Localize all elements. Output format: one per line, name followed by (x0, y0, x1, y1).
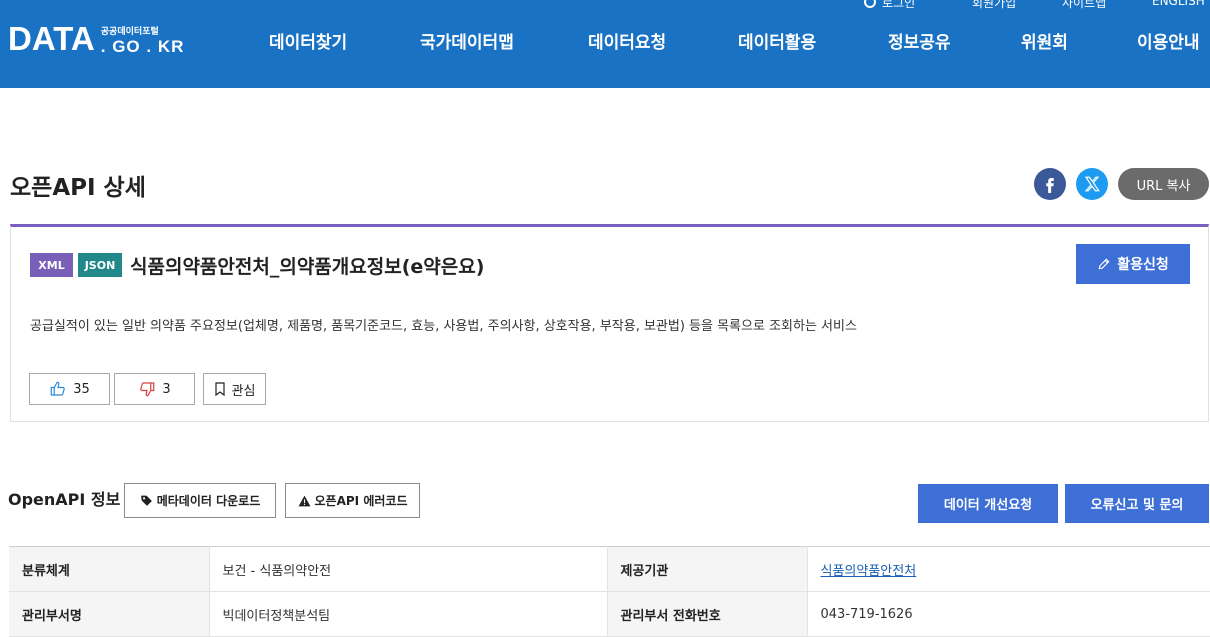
apply-label: 활용신청 (1117, 257, 1169, 273)
dislike-button[interactable]: 3 (114, 373, 195, 405)
table-cell: 빅데이터정책분석팀 (209, 591, 608, 637)
x-share-button[interactable] (1076, 168, 1108, 200)
metadata-download-button[interactable]: 메타데이터 다운로드 (124, 483, 276, 518)
error-report-button[interactable]: 오류신고 및 문의 (1065, 484, 1209, 523)
bookmark-icon (214, 382, 225, 396)
tag-icon (140, 495, 152, 506)
provider-link[interactable]: 식품의약품안전처 (821, 564, 917, 579)
error-code-button[interactable]: 오픈API 에러코드 (285, 483, 420, 518)
facebook-icon (1046, 178, 1054, 193)
bookmark-label: 관심 (231, 383, 256, 399)
nav-committee[interactable]: 위원회 (1021, 28, 1068, 53)
apply-button[interactable]: 활용신청 (1076, 244, 1190, 284)
signup-link[interactable]: 회원가입 (972, 0, 1016, 11)
thumbs-up-icon (50, 381, 66, 396)
x-icon (1084, 176, 1100, 192)
sitemap-link[interactable]: 사이트맵 (1062, 0, 1106, 11)
table-header-cell: 관리부서명 (9, 591, 210, 637)
table-header-cell: 분류체계 (9, 546, 210, 592)
api-title: 식품의약품안전처_의약품개요정보(e약은요) (130, 256, 485, 278)
data-improve-request-button[interactable]: 데이터 개선요청 (918, 484, 1058, 523)
nav-national-data-map[interactable]: 국가데이터맵 (420, 28, 514, 53)
login-icon (864, 0, 876, 8)
like-button[interactable]: 35 (29, 373, 110, 405)
table-header-cell: 관리부서 전화번호 (607, 591, 808, 637)
table-row: 분류체계 보건 - 식품의약안전 제공기관 식품의약품안전처 (9, 546, 1210, 592)
like-count: 35 (73, 381, 90, 397)
table-row: 관리부서명 빅데이터정책분석팀 관리부서 전화번호 043-719-1626 (9, 591, 1210, 637)
page-title: 오픈API 상세 (10, 175, 146, 201)
table-header-cell: 제공기관 (607, 546, 808, 592)
login-link[interactable]: 로그인 (882, 0, 915, 11)
site-header: DATA 공공데이터포털 . GO . KR 로그인 회원가입 사이트맵 ENG… (0, 0, 1210, 88)
bookmark-button[interactable]: 관심 (203, 373, 266, 405)
api-detail-box: XML JSON 식품의약품안전처_의약품개요정보(e약은요) 활용신청 공급실… (10, 224, 1209, 422)
nav-info-share[interactable]: 정보공유 (888, 28, 951, 53)
nav-data-request[interactable]: 데이터요청 (588, 28, 666, 53)
api-info-table: 분류체계 보건 - 식품의약안전 제공기관 식품의약품안전처 관리부서명 빅데이… (9, 546, 1210, 637)
api-description: 공급실적이 있는 일반 의약품 주요정보(업체명, 제품명, 품목기준코드, 효… (30, 319, 857, 334)
openapi-section-title: OpenAPI 정보 (8, 490, 121, 509)
pencil-icon (1098, 258, 1110, 270)
nav-find-data[interactable]: 데이터찾기 (269, 28, 347, 53)
json-tag: JSON (78, 253, 122, 277)
metadata-download-label: 메타데이터 다운로드 (156, 494, 261, 508)
table-cell: 보건 - 식품의약안전 (209, 546, 608, 592)
table-cell: 043-719-1626 (807, 591, 1210, 637)
nav-guide[interactable]: 이용안내 (1137, 28, 1200, 53)
english-link[interactable]: ENGLISH (1152, 0, 1205, 8)
xml-tag: XML (30, 253, 73, 277)
facebook-share-button[interactable] (1034, 168, 1066, 200)
error-code-label: 오픈API 에러코드 (314, 494, 408, 508)
warning-icon (298, 495, 310, 506)
main-nav: 데이터찾기 국가데이터맵 데이터요청 데이터활용 정보공유 위원회 이용안내 (0, 28, 1210, 54)
dislike-count: 3 (162, 381, 171, 397)
table-cell: 식품의약품안전처 (807, 546, 1210, 592)
thumbs-down-icon (140, 382, 155, 397)
nav-data-use[interactable]: 데이터활용 (738, 28, 816, 53)
url-copy-button[interactable]: URL 복사 (1118, 168, 1209, 200)
